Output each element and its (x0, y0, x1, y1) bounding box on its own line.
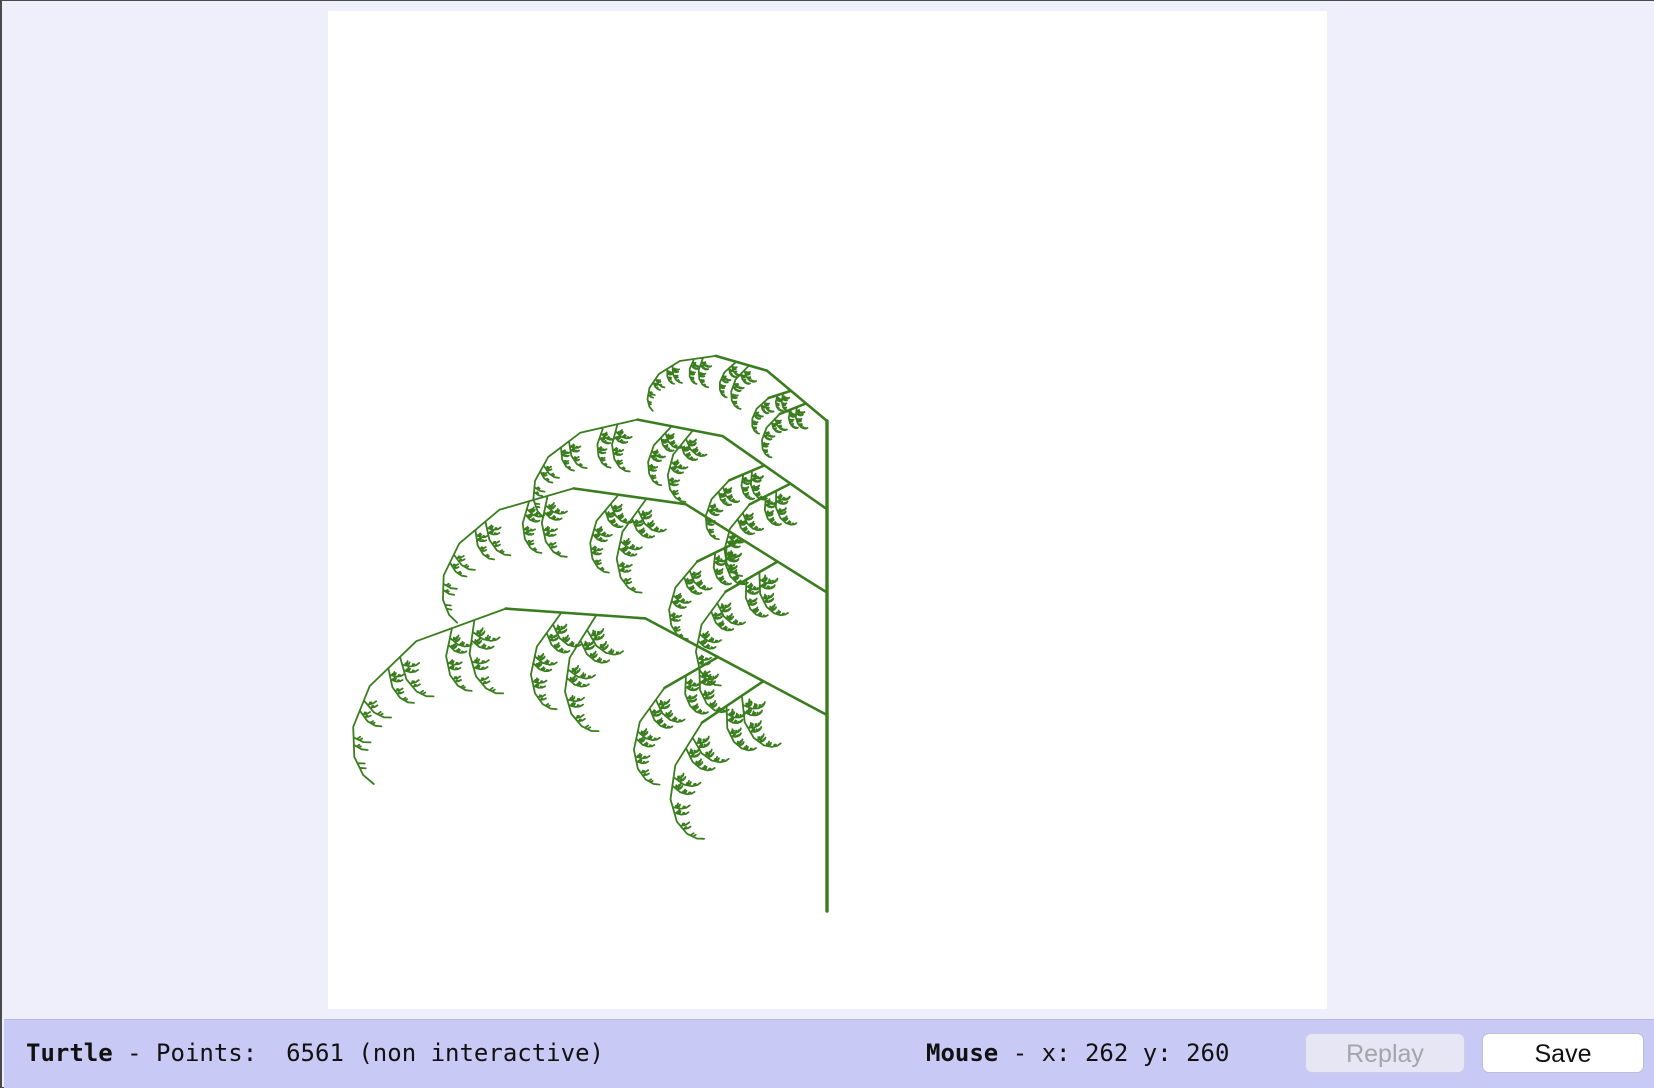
mouse-y-label: y: (1128, 1039, 1187, 1067)
plant-branches-1 (504, 354, 829, 724)
mouse-x-label: - x: (998, 1039, 1085, 1067)
replay-button[interactable]: Replay (1305, 1033, 1465, 1073)
plant-branches-2 (352, 355, 809, 840)
mouse-x-value: 262 (1084, 1039, 1129, 1067)
turtle-canvas[interactable] (328, 11, 1327, 1009)
turtle-window: Turtle - Points: 6561 (non interactive) … (0, 0, 1654, 1088)
mouse-y-value: 260 (1186, 1039, 1230, 1067)
points-value: 6561 (286, 1039, 344, 1067)
save-button[interactable]: Save (1482, 1033, 1644, 1073)
fractal-plant-drawing (352, 354, 829, 913)
points-label: - Points: (112, 1039, 287, 1067)
turtle-label: Turtle (26, 1039, 113, 1067)
mode-label: (non interactive) (343, 1039, 604, 1067)
mouse-label: Mouse (926, 1039, 999, 1067)
mouse-status: Mouse - x: 262 y: 260 (926, 1020, 1229, 1087)
turtle-status: Turtle - Points: 6561 (non interactive) (26, 1020, 604, 1087)
status-bar: Turtle - Points: 6561 (non interactive) … (4, 1019, 1654, 1088)
